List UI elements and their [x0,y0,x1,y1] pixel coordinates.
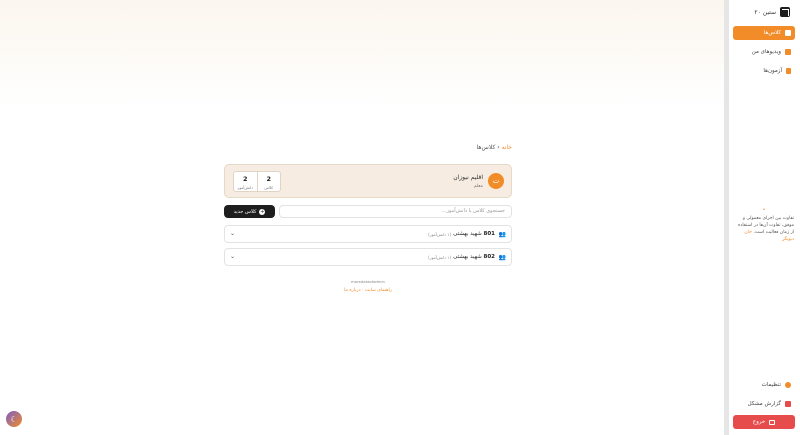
quote-icon: “ [762,208,766,215]
class-student-count: (۱ دانش‌آموز) [428,232,451,237]
gear-icon [785,382,791,388]
stat-label: دانش‌آموز [237,185,254,190]
sidebar: ستین ۲۰ کلاس‌ها ویدیوهای من آزمون‌ها “ ت… [729,0,800,435]
people-icon: 👥 [498,231,506,238]
new-class-button[interactable]: + کلاس جدید [224,205,275,218]
class-code: 802 [483,254,495,260]
search-input[interactable]: جستجوی کلاس یا دانش‌آموز... [279,205,512,218]
stat-students: 2 دانش‌آموز [234,172,258,191]
stat-value: 2 [242,175,248,183]
breadcrumb-home[interactable]: خانه [502,144,512,151]
user-role: معلم [473,184,483,189]
sidebar-item-classes[interactable]: کلاس‌ها [733,26,795,40]
class-row[interactable]: 👥 802 شهید بهشتی (۱ دانش‌آموز) ⌄ [224,248,512,266]
class-name: 802 شهید بهشتی [453,254,495,260]
chevron-down-icon[interactable]: ⌄ [230,253,235,260]
quote-card: “ تفاوت بین اجرای معمولی و موفق، تفاوت آ… [734,208,794,243]
logo-icon [780,7,790,17]
class-school: شهید بهشتی [453,231,482,237]
footer-link-about[interactable]: درباره ما [344,288,361,293]
brand[interactable]: ستین ۲۰ [754,6,790,18]
avatar: ت [488,173,504,189]
class-row[interactable]: 👥 801 شهید بهشتی (۱ دانش‌آموز) ⌄ [224,225,512,243]
moon-icon: ☾ [10,414,18,424]
sidebar-item-settings[interactable]: تنظیمات [733,378,795,392]
plus-icon: + [259,208,266,215]
logout-icon [769,419,776,425]
stats-box: 2 کلاس 2 دانش‌آموز [233,171,281,192]
logout-button[interactable]: خروج [733,415,795,429]
stat-classes: 2 کلاس [258,172,281,191]
class-school: شهید بهشتی [453,254,482,260]
class-code: 801 [483,231,495,237]
chevron-down-icon[interactable]: ⌄ [230,230,235,237]
sidebar-item-label: کلاس‌ها [763,30,781,36]
theme-toggle-button[interactable]: ☾ [6,411,22,427]
sidebar-item-videos[interactable]: ویدیوهای من [733,45,795,59]
class-student-count: (۱ دانش‌آموز) [428,255,451,260]
stat-value: 2 [266,175,272,183]
sidebar-item-label: تنظیمات [761,382,781,388]
stat-label: کلاس [264,185,274,190]
video-icon [785,49,791,55]
sidebar-item-label: گزارش مشکل [747,401,781,407]
class-name: 801 شهید بهشتی [453,231,495,237]
breadcrumb-separator: ‹ [497,144,500,151]
footer-links: راهنمای سایت · درباره ما [344,288,392,293]
breadcrumb-current: کلاس‌ها [476,144,496,151]
brand-name: ستین ۲۰ [754,8,776,16]
footer-link-guide[interactable]: راهنمای سایت [365,288,392,293]
warning-icon [785,401,791,407]
sidebar-item-report[interactable]: گزارش مشکل [733,397,795,411]
breadcrumb: خانه ‹ کلاس‌ها [477,144,512,151]
people-icon: 👥 [498,254,506,261]
sidebar-item-label: آزمون‌ها [763,68,782,74]
new-class-label: کلاس جدید [233,208,257,215]
sidebar-item-exams[interactable]: آزمون‌ها [733,64,795,78]
user-name: اقلیم نیوزان [453,174,483,181]
profile-card: ت اقلیم نیوزان معلم 2 کلاس 2 دانش‌آموز [224,164,512,198]
sidebar-item-label: ویدیوهای من [751,49,781,55]
footer-caption: moredataofadmin [351,279,385,284]
document-icon [786,68,791,74]
users-icon [785,30,791,36]
logout-label: خروج [752,419,766,425]
